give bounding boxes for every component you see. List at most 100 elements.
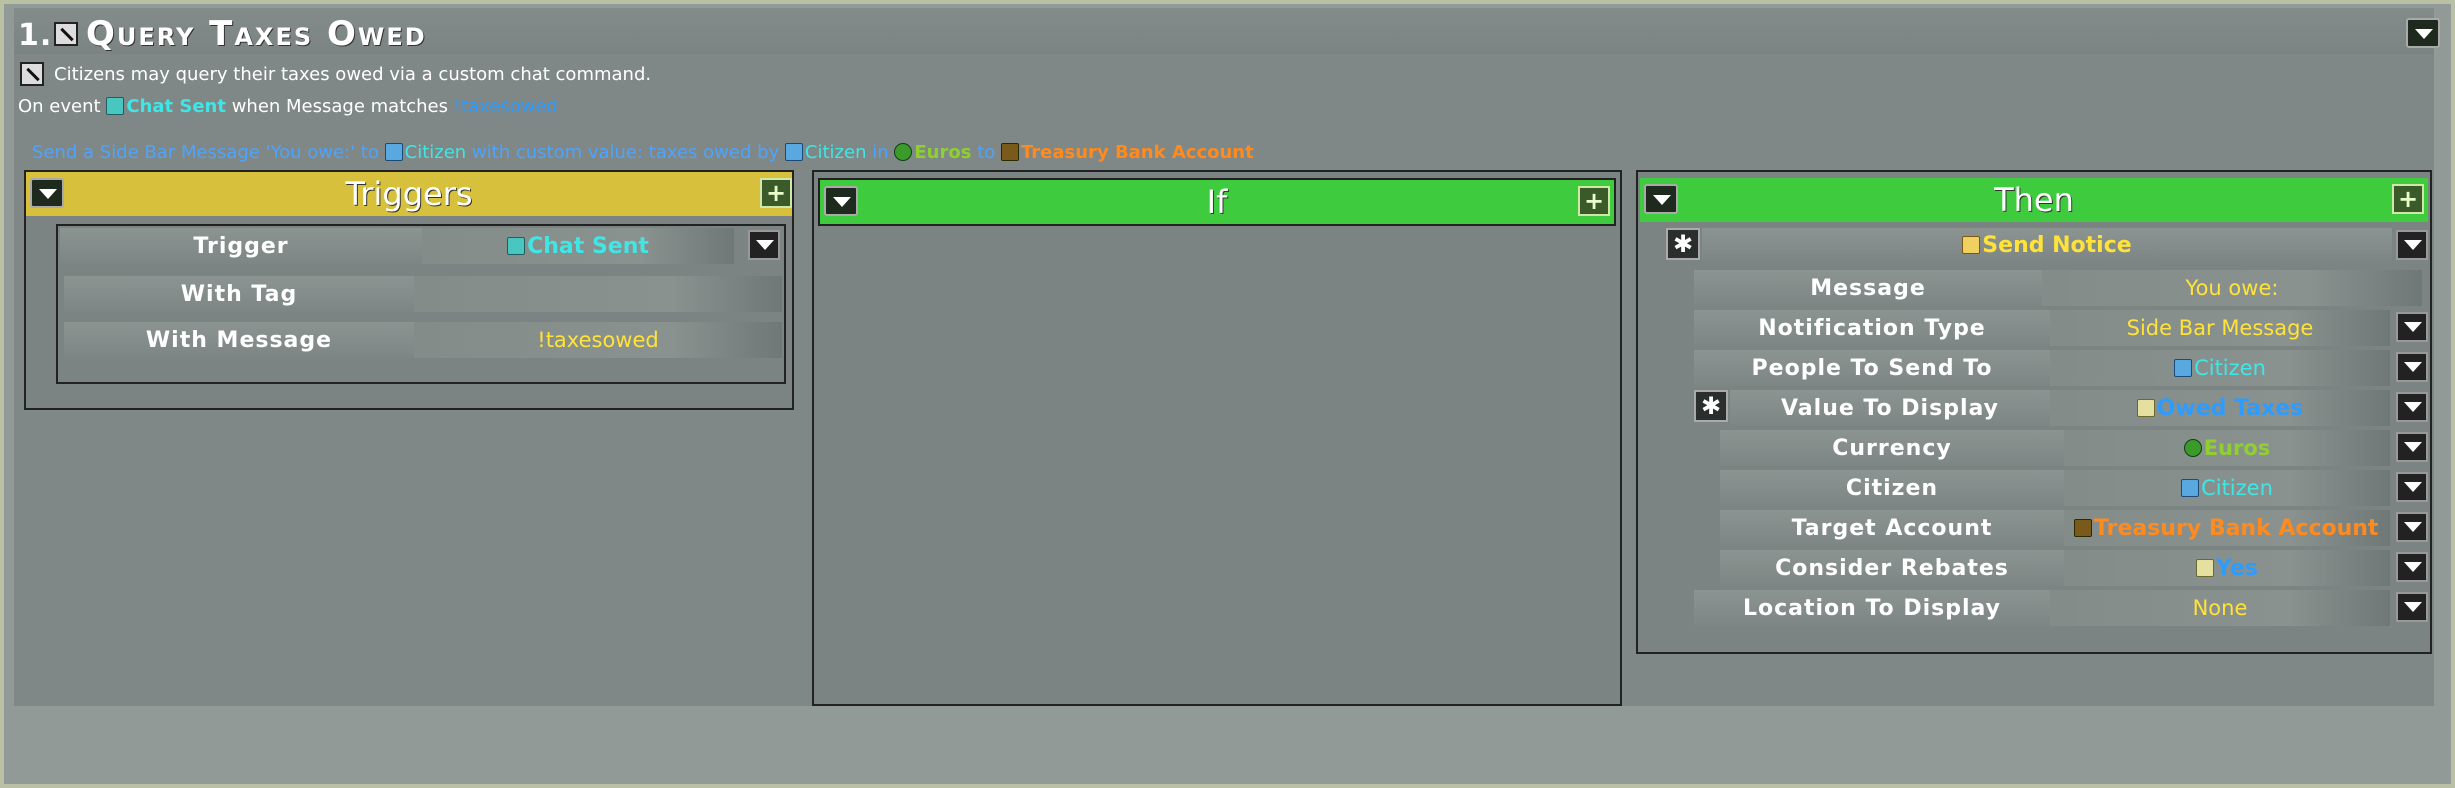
with-message-input[interactable]: !taxesowed bbox=[414, 322, 782, 358]
value-to-display-dropdown-chevron-icon[interactable] bbox=[2396, 392, 2428, 422]
consider-rebates-dropdown-chevron-icon[interactable] bbox=[2396, 552, 2428, 582]
trigger-block: Trigger Chat Sent With Tag With Message … bbox=[56, 224, 786, 384]
with-tag-row: With Tag bbox=[64, 276, 782, 312]
notification-type-dropdown-chevron-icon[interactable] bbox=[2396, 312, 2428, 342]
value-to-display-value: Owed Taxes bbox=[2156, 395, 2304, 421]
then-header: Then bbox=[1640, 178, 2428, 222]
people-to-send-value: Citizen bbox=[2194, 356, 2266, 380]
add-condition-button[interactable]: + bbox=[1578, 186, 1610, 216]
triggers-header: Triggers bbox=[26, 172, 792, 216]
value-to-display-label: Value To Display bbox=[1730, 390, 2050, 426]
action-settings-gear-icon[interactable]: ✱ bbox=[1666, 228, 1700, 260]
citizen-dropdown-chevron-icon[interactable] bbox=[2396, 472, 2428, 502]
currency-dropdown-chevron-icon[interactable] bbox=[2396, 432, 2428, 462]
summary-part2: with custom value: taxes owed by bbox=[471, 142, 780, 163]
if-section: If + bbox=[812, 170, 1622, 706]
message-label: Message bbox=[1694, 270, 2042, 306]
rule-title: Query Taxes Owed bbox=[86, 14, 427, 54]
target-account-label: Target Account bbox=[1720, 510, 2064, 546]
edit-description-pen-icon[interactable] bbox=[20, 62, 44, 86]
bank-account-icon bbox=[1001, 143, 1019, 161]
summary-part4: to bbox=[977, 142, 996, 163]
if-header: If + bbox=[818, 178, 1616, 226]
with-message-row: With Message !taxesowed bbox=[64, 322, 782, 358]
with-message-label: With Message bbox=[64, 322, 414, 358]
send-notice-dropdown-chevron-icon[interactable] bbox=[2396, 230, 2428, 260]
consider-rebates-select[interactable]: Yes bbox=[2064, 550, 2390, 586]
value-to-display-row: Value To Display Owed Taxes bbox=[1730, 390, 2390, 426]
rule-description: Citizens may query their taxes owed via … bbox=[54, 64, 652, 85]
consider-rebates-value: Yes bbox=[2216, 555, 2258, 581]
trigger-value-text: Chat Sent bbox=[527, 233, 649, 259]
if-collapse-chevron-icon[interactable] bbox=[824, 186, 858, 216]
event-prefix: On event bbox=[18, 96, 101, 117]
summary-citizen2: Citizen bbox=[804, 142, 867, 163]
summary-part1: Send a Side Bar Message 'You owe:' to bbox=[32, 142, 379, 163]
trigger-row[interactable]: Trigger Chat Sent bbox=[60, 228, 784, 264]
rule-number: 1. bbox=[18, 18, 53, 53]
currency-label: Currency bbox=[1720, 430, 2064, 466]
send-notice-row[interactable]: Send Notice bbox=[1702, 228, 2392, 262]
people-to-send-label: People To Send To bbox=[1694, 350, 2050, 386]
currency-select[interactable]: Euros bbox=[2064, 430, 2390, 466]
send-notice-label: Send Notice bbox=[1982, 232, 2132, 258]
notification-type-select[interactable]: Side Bar Message bbox=[2050, 310, 2390, 346]
summary-part3: in bbox=[872, 142, 889, 163]
notice-icon bbox=[1962, 236, 1981, 254]
citizen-value: Citizen bbox=[2201, 476, 2273, 500]
then-title: Then bbox=[1994, 181, 2074, 219]
target-account-select[interactable]: Treasury Bank Account bbox=[2064, 510, 2390, 546]
target-account-value: Treasury Bank Account bbox=[2094, 515, 2379, 541]
location-to-display-dropdown-chevron-icon[interactable] bbox=[2396, 592, 2428, 622]
message-row: Message You owe: bbox=[1694, 270, 2422, 306]
chat-icon bbox=[507, 237, 526, 255]
notification-type-label: Notification Type bbox=[1694, 310, 2050, 346]
trigger-label: Trigger bbox=[60, 228, 422, 264]
currency-row: Currency Euros bbox=[1720, 430, 2390, 466]
location-to-display-label: Location To Display bbox=[1694, 590, 2050, 626]
with-tag-input[interactable] bbox=[414, 276, 782, 312]
event-mid: when Message matches bbox=[231, 96, 449, 117]
value-to-display-select[interactable]: Owed Taxes bbox=[2050, 390, 2390, 426]
rule-header: 1. Query Taxes Owed bbox=[14, 8, 2440, 54]
people-to-send-row: People To Send To Citizen bbox=[1694, 350, 2390, 386]
then-collapse-chevron-icon[interactable] bbox=[1644, 184, 1678, 214]
triggers-title: Triggers bbox=[345, 175, 473, 213]
consider-rebates-row: Consider Rebates Yes bbox=[1720, 550, 2390, 586]
target-account-dropdown-chevron-icon[interactable] bbox=[2396, 512, 2428, 542]
event-summary: On event Chat Sent when Message matches … bbox=[18, 96, 558, 117]
then-section: Then + ✱ Send Notice Message You owe: No… bbox=[1636, 170, 2432, 654]
rule-panel: 1. Query Taxes Owed Citizens may query t… bbox=[14, 8, 2440, 706]
edit-pen-icon[interactable] bbox=[54, 22, 78, 46]
people-to-send-dropdown-chevron-icon[interactable] bbox=[2396, 352, 2428, 382]
notification-type-row: Notification Type Side Bar Message bbox=[1694, 310, 2390, 346]
collapse-rule-chevron-icon[interactable] bbox=[2406, 18, 2440, 48]
triggers-collapse-chevron-icon[interactable] bbox=[30, 178, 64, 208]
add-action-button[interactable]: + bbox=[2392, 184, 2424, 214]
citizen-row: Citizen Citizen bbox=[1720, 470, 2390, 506]
chat-icon bbox=[106, 97, 125, 115]
message-input[interactable]: You owe: bbox=[2042, 270, 2422, 306]
ledger-icon bbox=[2196, 559, 2215, 577]
location-to-display-row: Location To Display None bbox=[1694, 590, 2390, 626]
if-title: If bbox=[1206, 183, 1228, 221]
if-title-wrap: If bbox=[820, 180, 1614, 224]
ledger-icon bbox=[2136, 399, 2155, 417]
consider-rebates-label: Consider Rebates bbox=[1720, 550, 2064, 586]
send-notice-action[interactable]: Send Notice bbox=[1702, 228, 2392, 262]
trigger-dropdown-chevron-icon[interactable] bbox=[748, 230, 780, 260]
citizen-icon bbox=[784, 143, 803, 161]
summary-currency: Euros bbox=[914, 142, 972, 163]
add-trigger-button[interactable]: + bbox=[760, 178, 792, 208]
with-tag-label: With Tag bbox=[64, 276, 414, 312]
currency-value: Euros bbox=[2203, 436, 2271, 460]
location-to-display-select[interactable]: None bbox=[2050, 590, 2390, 626]
trigger-value[interactable]: Chat Sent bbox=[422, 228, 734, 264]
value-settings-gear-icon[interactable]: ✱ bbox=[1694, 390, 1728, 422]
citizen-label: Citizen bbox=[1720, 470, 2064, 506]
citizen-icon bbox=[2181, 479, 2200, 497]
citizen-select[interactable]: Citizen bbox=[2064, 470, 2390, 506]
target-account-row: Target Account Treasury Bank Account bbox=[1720, 510, 2390, 546]
action-summary: Send a Side Bar Message 'You owe:' to Ci… bbox=[32, 142, 1254, 163]
people-to-send-select[interactable]: Citizen bbox=[2050, 350, 2390, 386]
